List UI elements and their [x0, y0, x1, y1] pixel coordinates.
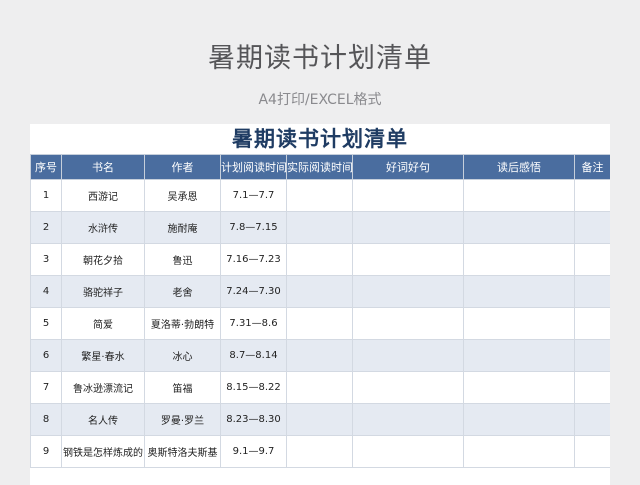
cell-reflection[interactable]	[463, 307, 575, 340]
header-good-words: 好词好句	[352, 154, 464, 180]
cell-notes[interactable]	[574, 275, 610, 308]
cell-book-title[interactable]: 骆驼祥子	[61, 275, 145, 308]
cell-reflection[interactable]	[463, 211, 575, 244]
cell-notes[interactable]	[574, 179, 610, 212]
table-row: 9 钢铁是怎样炼成的 奥斯特洛夫斯基 9.1—9.7	[30, 435, 610, 468]
cell-reflection[interactable]	[463, 275, 575, 308]
table-row: 1 西游记 吴承恩 7.1—7.7	[30, 179, 610, 212]
cell-actual-time[interactable]	[286, 275, 353, 308]
table-row: 7 鲁冰逊漂流记 笛福 8.15—8.22	[30, 371, 610, 404]
header-planned-time: 计划阅读时间	[220, 154, 287, 180]
cell-index[interactable]: 2	[30, 211, 62, 244]
cell-actual-time[interactable]	[286, 371, 353, 404]
header-book-title: 书名	[61, 154, 145, 180]
cell-good-words[interactable]	[352, 243, 464, 276]
cell-actual-time[interactable]	[286, 307, 353, 340]
cell-planned-time[interactable]: 8.7—8.14	[220, 339, 287, 372]
cell-planned-time[interactable]: 9.1—9.7	[220, 435, 287, 468]
cell-good-words[interactable]	[352, 435, 464, 468]
cell-index[interactable]: 3	[30, 243, 62, 276]
cell-actual-time[interactable]	[286, 211, 353, 244]
cell-good-words[interactable]	[352, 179, 464, 212]
cell-good-words[interactable]	[352, 211, 464, 244]
cell-author[interactable]: 笛福	[144, 371, 221, 404]
cell-good-words[interactable]	[352, 307, 464, 340]
cell-index[interactable]: 8	[30, 403, 62, 436]
cell-index[interactable]: 1	[30, 179, 62, 212]
cell-book-title[interactable]: 朝花夕拾	[61, 243, 145, 276]
cell-actual-time[interactable]	[286, 243, 353, 276]
cell-reflection[interactable]	[463, 339, 575, 372]
cell-index[interactable]: 9	[30, 435, 62, 468]
cell-notes[interactable]	[574, 339, 610, 372]
cell-notes[interactable]	[574, 371, 610, 404]
cell-book-title[interactable]: 西游记	[61, 179, 145, 212]
cell-author[interactable]: 罗曼·罗兰	[144, 403, 221, 436]
table-row: 2 水浒传 施耐庵 7.8—7.15	[30, 211, 610, 244]
cell-book-title[interactable]: 名人传	[61, 403, 145, 436]
table-row: 4 骆驼祥子 老舍 7.24—7.30	[30, 275, 610, 308]
cell-notes[interactable]	[574, 435, 610, 468]
cell-planned-time[interactable]: 7.1—7.7	[220, 179, 287, 212]
cell-planned-time[interactable]: 7.8—7.15	[220, 211, 287, 244]
cell-reflection[interactable]	[463, 243, 575, 276]
cell-author[interactable]: 吴承恩	[144, 179, 221, 212]
table-row: 5 简爱 夏洛蒂·勃朗特 7.31—8.6	[30, 307, 610, 340]
cell-reflection[interactable]	[463, 403, 575, 436]
page-subtitle: A4打印/EXCEL格式	[258, 92, 382, 108]
page-title: 暑期读书计划清单	[208, 43, 432, 74]
cell-book-title[interactable]: 鲁冰逊漂流记	[61, 371, 145, 404]
cell-book-title[interactable]: 繁星·春水	[61, 339, 145, 372]
cell-notes[interactable]	[574, 211, 610, 244]
header-actual-time: 实际阅读时间	[286, 154, 353, 180]
cell-index[interactable]: 7	[30, 371, 62, 404]
cell-author[interactable]: 夏洛蒂·勃朗特	[144, 307, 221, 340]
cell-reflection[interactable]	[463, 371, 575, 404]
header-reflection: 读后感悟	[463, 154, 575, 180]
cell-notes[interactable]	[574, 243, 610, 276]
cell-reflection[interactable]	[463, 179, 575, 212]
sheet-title: 暑期读书计划清单	[232, 127, 408, 151]
table-header-row: 序号 书名 作者 计划阅读时间 实际阅读时间 好词好句 读后感悟 备注	[30, 154, 610, 180]
cell-planned-time[interactable]: 7.16—7.23	[220, 243, 287, 276]
cell-book-title[interactable]: 水浒传	[61, 211, 145, 244]
cell-author[interactable]: 老舍	[144, 275, 221, 308]
cell-index[interactable]: 4	[30, 275, 62, 308]
cell-actual-time[interactable]	[286, 339, 353, 372]
cell-reflection[interactable]	[463, 435, 575, 468]
table-row: 3 朝花夕拾 鲁迅 7.16—7.23	[30, 243, 610, 276]
cell-planned-time[interactable]: 7.31—8.6	[220, 307, 287, 340]
cell-planned-time[interactable]: 8.23—8.30	[220, 403, 287, 436]
cell-notes[interactable]	[574, 403, 610, 436]
table-row: 6 繁星·春水 冰心 8.7—8.14	[30, 339, 610, 372]
table-row: 8 名人传 罗曼·罗兰 8.23—8.30	[30, 403, 610, 436]
header-index: 序号	[30, 154, 62, 180]
reading-plan-sheet: 暑期读书计划清单 序号 书名 作者 计划阅读时间 实际阅读时间 好词好句 读后感…	[30, 124, 610, 485]
header-author: 作者	[144, 154, 221, 180]
cell-author[interactable]: 奥斯特洛夫斯基	[144, 435, 221, 468]
cell-actual-time[interactable]	[286, 179, 353, 212]
cell-good-words[interactable]	[352, 371, 464, 404]
cell-good-words[interactable]	[352, 339, 464, 372]
cell-index[interactable]: 6	[30, 339, 62, 372]
cell-book-title[interactable]: 钢铁是怎样炼成的	[61, 435, 145, 468]
reading-plan-table: 序号 书名 作者 计划阅读时间 实际阅读时间 好词好句 读后感悟 备注 1 西游记…	[30, 154, 610, 468]
cell-planned-time[interactable]: 8.15—8.22	[220, 371, 287, 404]
cell-author[interactable]: 鲁迅	[144, 243, 221, 276]
cell-good-words[interactable]	[352, 275, 464, 308]
cell-author[interactable]: 施耐庵	[144, 211, 221, 244]
cell-actual-time[interactable]	[286, 403, 353, 436]
cell-planned-time[interactable]: 7.24—7.30	[220, 275, 287, 308]
cell-author[interactable]: 冰心	[144, 339, 221, 372]
cell-book-title[interactable]: 简爱	[61, 307, 145, 340]
cell-index[interactable]: 5	[30, 307, 62, 340]
cell-notes[interactable]	[574, 307, 610, 340]
header-notes: 备注	[574, 154, 610, 180]
cell-good-words[interactable]	[352, 403, 464, 436]
cell-actual-time[interactable]	[286, 435, 353, 468]
